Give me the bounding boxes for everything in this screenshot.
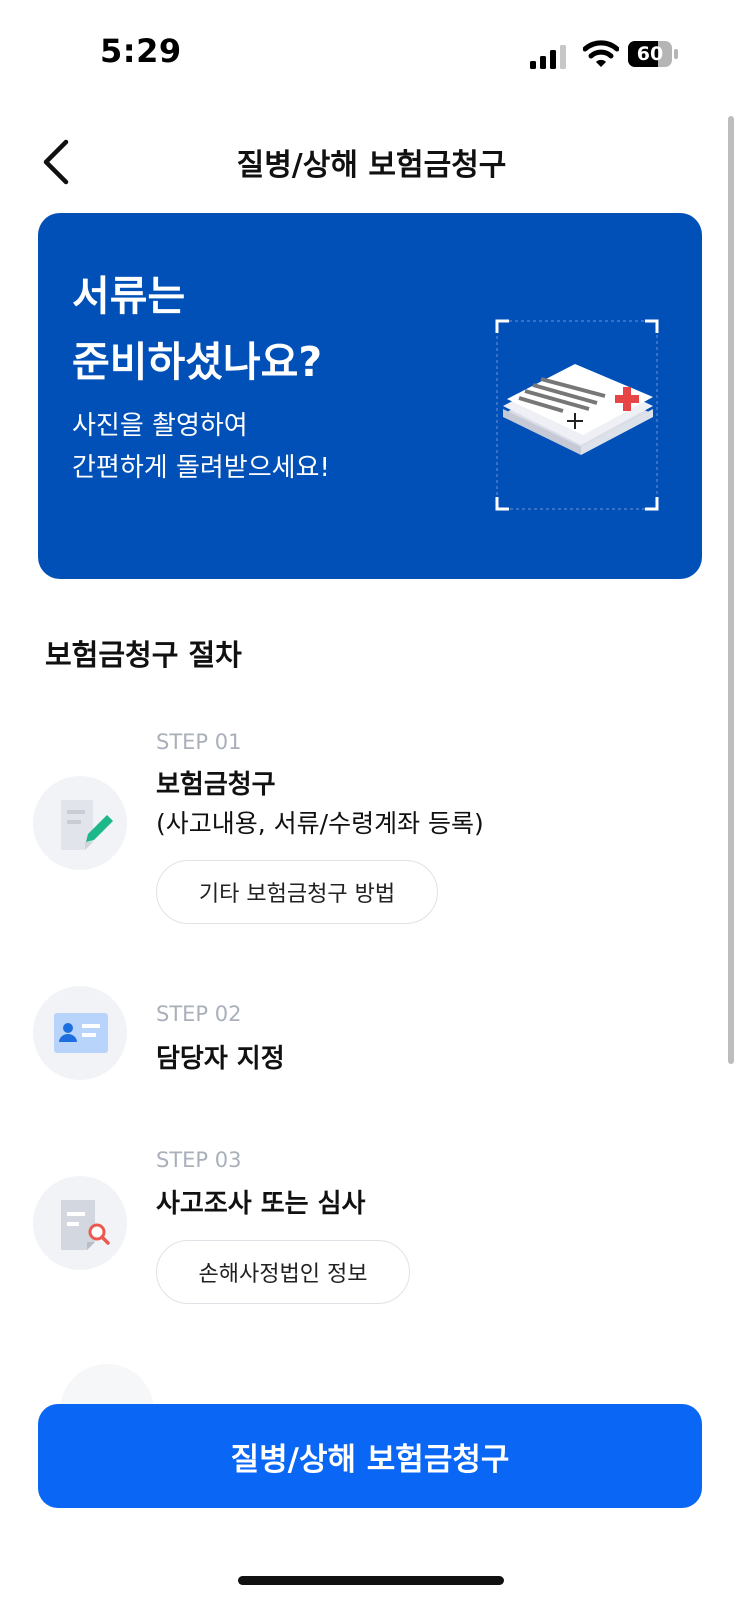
banner-heading: 서류는 준비하셨나요? (72, 272, 323, 386)
document-search-icon (61, 1200, 110, 1250)
other-claim-methods-button[interactable]: 기타 보험금청구 방법 (156, 860, 438, 924)
page-title: 질병/상해 보험금청구 (236, 148, 507, 183)
section-title: 보험금청구 절차 (45, 638, 242, 672)
step-1-desc: (사고내용, 서류/수령계좌 등록) (156, 809, 484, 838)
document-edit-icon (61, 800, 113, 850)
camera-claim-banner[interactable]: 서류는 준비하셨나요? 사진을 촬영하여 간편하게 돌려받으세요! (38, 213, 702, 579)
step-2-icon-circle (33, 986, 127, 1080)
loss-adjuster-info-button[interactable]: 손해사정법인 정보 (156, 1240, 410, 1304)
battery-level: 60 (636, 43, 664, 65)
wifi-icon (583, 40, 619, 67)
id-card-icon (54, 1013, 108, 1053)
banner-subtext: 사진을 촬영하여 간편하게 돌려받으세요! (72, 411, 330, 483)
step-3-name: 사고조사 또는 심사 (156, 1189, 366, 1219)
step-2-label: STEP 02 (156, 1002, 242, 1026)
signal-icon (530, 45, 566, 69)
step-3-label: STEP 03 (156, 1148, 242, 1172)
step-3-icon-circle (33, 1176, 127, 1270)
scrollbar[interactable] (728, 116, 734, 1064)
claim-submit-button[interactable]: 질병/상해 보험금청구 (38, 1404, 702, 1508)
status-time: 5:29 (100, 32, 182, 70)
step-1-name: 보험금청구 (156, 770, 276, 800)
battery-icon: 60 (628, 41, 678, 67)
home-indicator[interactable] (238, 1576, 504, 1585)
documents-illustration (495, 319, 659, 511)
step-2-name: 담당자 지정 (156, 1044, 285, 1074)
step-1-label: STEP 01 (156, 730, 242, 754)
step-1-icon-circle (33, 776, 127, 870)
